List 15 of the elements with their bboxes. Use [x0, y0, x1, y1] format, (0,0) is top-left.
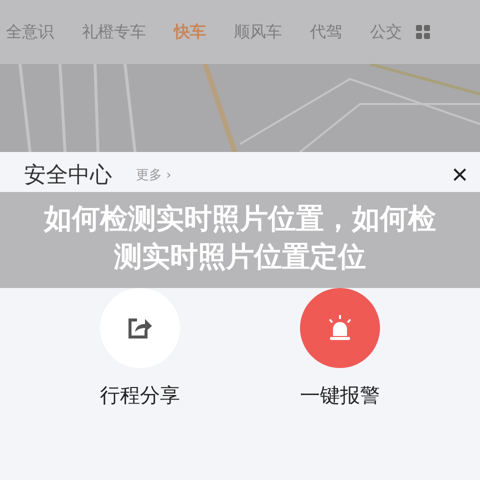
caption-banner: 如何检测实时照片位置，如何检测实时照片位置定位 [0, 192, 480, 288]
tab[interactable]: 全意识 [6, 22, 54, 42]
action-label: 一键报警 [300, 382, 380, 409]
tab[interactable]: 快车 [174, 22, 206, 42]
alarm-light-icon [326, 314, 354, 342]
tab[interactable]: 礼橙专车 [82, 22, 146, 42]
share-icon [127, 316, 153, 340]
more-link[interactable]: 更多 › [136, 166, 172, 184]
tab[interactable]: 公交 [370, 22, 402, 42]
tab[interactable]: 代驾 [310, 22, 342, 42]
action-label: 行程分享 [100, 382, 180, 409]
grid-icon[interactable] [416, 25, 430, 39]
close-button[interactable]: × [452, 161, 468, 189]
tab[interactable]: 顺风车 [234, 22, 282, 42]
sheet-title: 安全中心 [24, 162, 112, 190]
